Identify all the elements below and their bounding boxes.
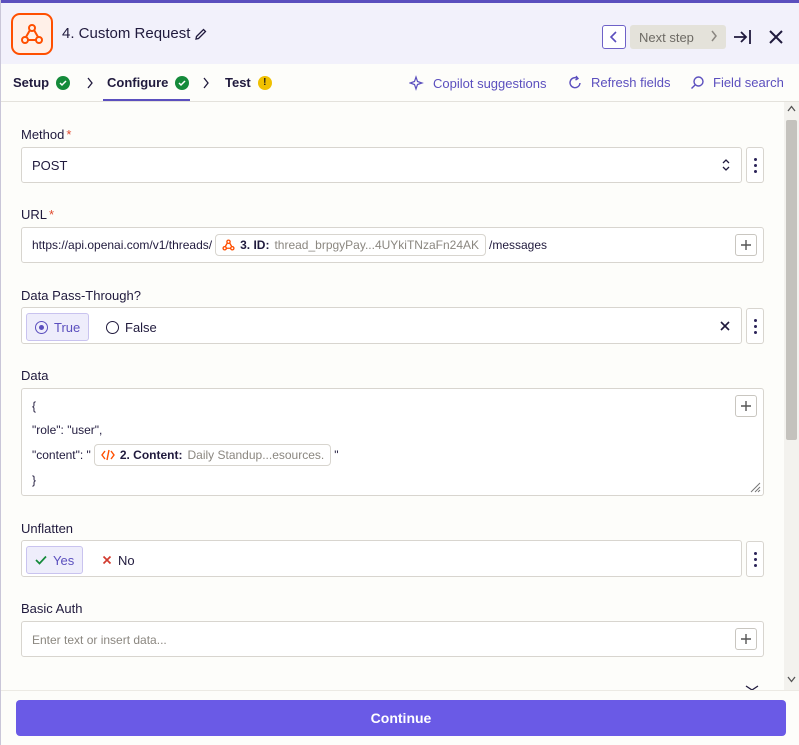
unflatten-toggle-group: Yes No: [21, 540, 742, 577]
method-label: Method *: [21, 127, 71, 142]
method-value: POST: [32, 158, 68, 173]
webhook-icon: [21, 24, 43, 44]
unflatten-more-options-button[interactable]: [746, 541, 764, 577]
unflatten-label: Unflatten: [21, 521, 74, 536]
unflatten-option-yes[interactable]: Yes: [26, 546, 84, 574]
refresh-fields-label: Refresh fields: [591, 75, 671, 90]
chevron-left-icon: [609, 31, 617, 43]
required-asterisk: *: [66, 127, 72, 142]
unflatten-option-no[interactable]: No: [94, 546, 143, 574]
clear-selection-icon[interactable]: [720, 321, 730, 331]
step-header: 4. Custom Request Next step: [1, 3, 799, 64]
url-id-token-pill[interactable]: 3. ID: thread_brpgyPay...4UYkiTNzaFn24AK: [215, 234, 486, 256]
step-tabs: Setup Configure Test ! Copilot suggestio…: [1, 64, 799, 102]
data-content-suffix: ": [334, 448, 339, 462]
url-input[interactable]: https://api.openai.com/v1/threads/ 3. ID…: [21, 227, 764, 263]
pencil-edit-icon[interactable]: [194, 27, 208, 41]
check-circle-icon: [175, 75, 190, 90]
scrollbar-thumb[interactable]: [786, 120, 797, 440]
refresh-icon: [569, 75, 581, 89]
data-line-content: "content": " 2. Content: Daily Standup..…: [32, 444, 339, 466]
select-arrows-icon: [722, 159, 730, 171]
data-content-token-pill[interactable]: 2. Content: Daily Standup...esources.: [93, 444, 332, 466]
previous-step-button[interactable]: [602, 25, 626, 49]
url-suffix-text: /messages: [489, 238, 548, 252]
sparkle-icon: [409, 75, 424, 91]
basic-auth-label: Basic Auth: [21, 601, 83, 616]
passthrough-label: Data Pass-Through?: [21, 288, 141, 303]
passthrough-option-true[interactable]: True: [26, 313, 90, 341]
data-pill-value: Daily Standup...esources.: [187, 448, 325, 462]
chevron-right-icon: [711, 30, 717, 42]
webhook-app-icon: [11, 13, 53, 55]
continue-button[interactable]: Continue: [16, 700, 786, 736]
method-label-text: Method: [21, 127, 65, 142]
left-border: [0, 0, 1, 745]
warning-icon: !: [257, 75, 272, 90]
tab-configure-label: Configure: [107, 75, 169, 90]
next-step-label: Next step: [639, 29, 694, 45]
tab-configure[interactable]: Configure: [107, 75, 190, 90]
tab-setup[interactable]: Setup: [13, 75, 71, 90]
refresh-fields-button[interactable]: Refresh fields: [568, 75, 670, 90]
required-asterisk: *: [49, 207, 55, 222]
basic-auth-input[interactable]: Enter text or insert data...: [21, 621, 764, 657]
plus-icon: [741, 240, 751, 250]
step-title: 4. Custom Request: [62, 25, 191, 42]
passthrough-true-label: True: [54, 319, 81, 335]
passthrough-option-false[interactable]: False: [98, 313, 165, 341]
tab-setup-label: Setup: [13, 75, 50, 90]
search-icon: [691, 76, 704, 89]
webhook-icon: [222, 239, 235, 251]
url-pill-key: 3. ID:: [240, 238, 270, 252]
url-label: URL *: [21, 207, 54, 222]
plus-icon: [741, 634, 751, 644]
active-tab-indicator: [103, 99, 190, 101]
tab-test-label: Test: [225, 75, 251, 90]
passthrough-more-options-button[interactable]: [746, 308, 764, 344]
url-prefix-text: https://api.openai.com/v1/threads/: [32, 238, 213, 252]
tab-test[interactable]: Test !: [225, 75, 272, 90]
check-circle-icon: [56, 75, 71, 90]
check-icon: [35, 555, 47, 565]
field-search-button[interactable]: Field search: [690, 75, 784, 90]
url-pill-value: thread_brpgyPay...4UYkiTNzaFn24AK: [274, 238, 479, 252]
field-search-label: Field search: [713, 75, 784, 90]
url-insert-data-button[interactable]: [735, 234, 757, 256]
data-pill-key: 2. Content:: [119, 448, 183, 462]
data-line-open-brace: {: [32, 399, 37, 413]
copilot-suggestions-button[interactable]: Copilot suggestions: [409, 75, 546, 91]
basic-auth-placeholder: Enter text or insert data...: [32, 633, 167, 647]
data-insert-data-button[interactable]: [735, 395, 757, 417]
chevron-right-icon: [203, 77, 209, 89]
plus-icon: [741, 401, 751, 411]
chevron-right-icon: [87, 77, 93, 89]
data-textarea[interactable]: [21, 388, 764, 496]
radio-selected-icon: [35, 320, 48, 334]
data-line-role: "role": "user",: [32, 423, 103, 437]
url-label-text: URL: [21, 207, 48, 222]
data-line-close-brace: }: [32, 473, 37, 487]
data-label: Data: [21, 368, 49, 383]
scroll-down-arrow-icon[interactable]: [787, 676, 796, 683]
expand-panel-icon[interactable]: [732, 27, 752, 47]
copilot-suggestions-label: Copilot suggestions: [433, 75, 547, 91]
data-content-prefix: "content": ": [32, 448, 91, 462]
next-step-button[interactable]: Next step: [630, 25, 726, 49]
x-icon: [102, 555, 112, 565]
unflatten-no-label: No: [118, 552, 135, 568]
close-icon[interactable]: [767, 28, 785, 46]
resize-handle-icon[interactable]: [749, 481, 761, 493]
unflatten-yes-label: Yes: [53, 552, 75, 568]
passthrough-false-label: False: [125, 319, 157, 335]
basic-auth-insert-data-button[interactable]: [735, 628, 757, 650]
method-more-options-button[interactable]: [746, 147, 764, 183]
code-icon: [100, 449, 115, 461]
scroll-up-arrow-icon[interactable]: [787, 105, 796, 112]
passthrough-radio-group: True False: [21, 307, 742, 344]
radio-unselected-icon: [106, 320, 119, 334]
method-select[interactable]: POST: [21, 147, 742, 183]
